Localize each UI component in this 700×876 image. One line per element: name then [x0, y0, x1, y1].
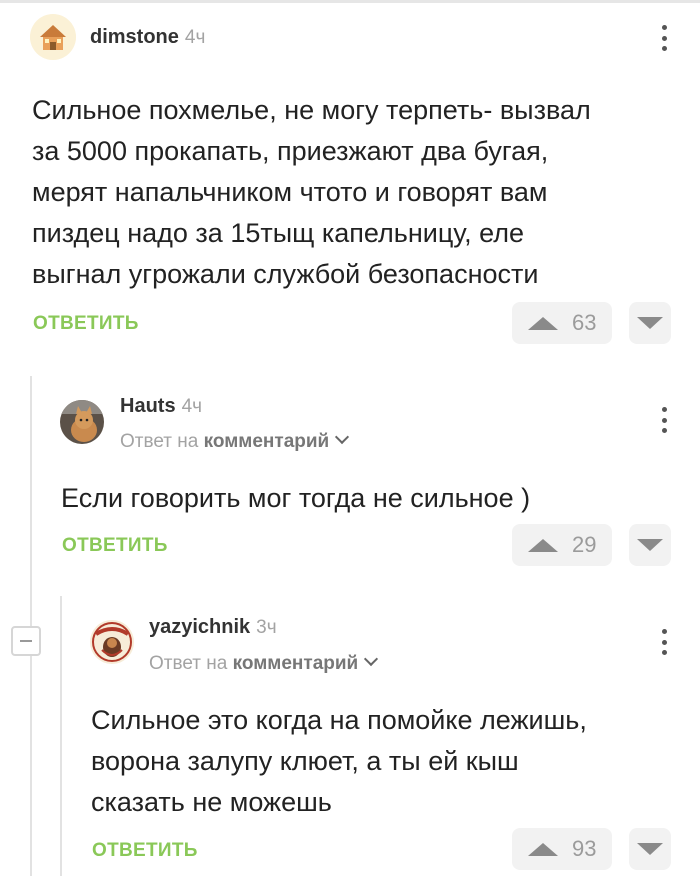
downvote-button[interactable] — [629, 524, 671, 566]
author-name[interactable]: dimstone 4ч — [90, 26, 205, 49]
collapse-thread-button[interactable] — [11, 626, 41, 656]
reply-to-prefix: Ответ на — [149, 653, 228, 674]
author-name[interactable]: Hauts 4ч — [120, 395, 202, 418]
vote-score: 93 — [572, 836, 597, 861]
comment-text-line: ворона залупу клюет, а ты ей кыш — [91, 746, 519, 776]
comment-text: Если говорить мог тогда не сильное ) — [61, 478, 681, 519]
reply-button[interactable]: ОТВЕТИТЬ — [33, 313, 139, 335]
arrow-up-triangle-icon — [528, 842, 558, 856]
avatar[interactable] — [30, 14, 76, 60]
arrow-up-triangle-icon — [528, 316, 558, 330]
comment-text-line: сказать не можешь — [91, 787, 332, 817]
avatar-emblem-icon — [90, 620, 134, 664]
comment-age: 3ч — [256, 617, 277, 638]
arrow-up-triangle-icon — [528, 538, 558, 552]
reply-to-link[interactable]: Ответ на комментарий — [120, 429, 350, 453]
reply-button[interactable]: ОТВЕТИТЬ — [62, 535, 168, 557]
comment-age: 4ч — [184, 27, 206, 48]
upvote-button[interactable]: 93 — [512, 828, 612, 870]
top-divider — [0, 0, 700, 3]
comment-text-line: мерят напальчником чтото и говорят вам — [32, 177, 548, 207]
comment-text-line: пиздец надо за 15тыщ капельницу, еле — [32, 218, 524, 248]
arrow-down-triangle-icon — [637, 843, 663, 855]
chevron-down-icon[interactable] — [335, 429, 350, 445]
downvote-button[interactable] — [629, 828, 671, 870]
thread-line-level-2 — [60, 596, 62, 876]
chevron-down-icon[interactable] — [364, 651, 379, 667]
vote-score: 63 — [572, 310, 597, 335]
comment-text: Сильное это когда на помойке лежишь, вор… — [91, 700, 681, 823]
avatar[interactable] — [60, 400, 104, 444]
comment-text-line: Сильное похмелье, не могу терпеть- вызва… — [32, 95, 591, 125]
upvote-button[interactable]: 29 — [512, 524, 612, 566]
arrow-down-triangle-icon — [637, 539, 663, 551]
downvote-button[interactable] — [629, 302, 671, 344]
reply-to-link[interactable]: Ответ на комментарий — [149, 651, 379, 675]
author-name[interactable]: yazyichnik 3ч — [149, 616, 277, 639]
more-vertical-icon[interactable] — [661, 629, 667, 655]
reply-to-prefix: Ответ на — [120, 431, 199, 452]
more-vertical-icon[interactable] — [661, 407, 667, 433]
comment-text-line: Если говорить мог тогда не сильное ) — [61, 483, 531, 513]
reply-to-target[interactable]: комментарий — [204, 431, 330, 452]
arrow-down-triangle-icon — [637, 317, 663, 329]
avatar-house-icon — [30, 14, 76, 60]
avatar[interactable] — [90, 620, 134, 664]
comment-text-line: Сильное это когда на помойке лежишь, — [91, 705, 587, 735]
reply-button[interactable]: ОТВЕТИТЬ — [92, 840, 198, 862]
vote-score: 29 — [572, 532, 597, 557]
comment-text-line: выгнал угрожали службой безопасности — [32, 259, 539, 289]
reply-to-target[interactable]: комментарий — [233, 653, 359, 674]
minus-square-icon — [20, 640, 32, 642]
upvote-button[interactable]: 63 — [512, 302, 612, 344]
comment-text-line: за 5000 прокапать, приезжают два бугая, — [32, 136, 549, 166]
comment-text: Сильное похмелье, не могу терпеть- вызва… — [32, 90, 682, 295]
more-vertical-icon[interactable] — [661, 25, 667, 51]
comment-age: 4ч — [181, 396, 203, 417]
avatar-cat-icon — [60, 400, 104, 444]
